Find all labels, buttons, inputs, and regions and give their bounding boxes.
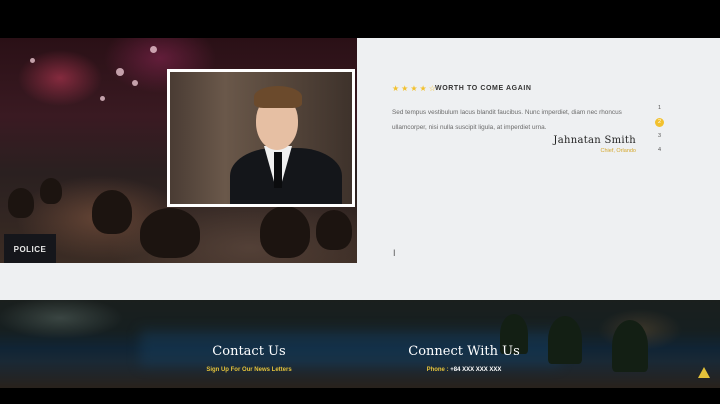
phone-value[interactable]: +84 XXX XXX XXX — [450, 367, 501, 373]
connect-with-us-title: Connect With Us — [408, 344, 520, 359]
pager-dot-2-active[interactable]: 2 — [655, 118, 664, 127]
phone-line: Phone : +84 XXX XXX XXX — [400, 367, 528, 373]
testimonial-quote: Sed tempus vestibulum lacus blandit fauc… — [392, 109, 622, 131]
phone-label: Phone : — [426, 367, 449, 373]
author-role: Chief, Orlando — [600, 148, 636, 154]
testimonial-heading: Worth to come again — [435, 85, 532, 92]
testimonial-section: POLICE ★★★★☆ Worth to come again Sed tem… — [0, 38, 720, 300]
contact-us-title: Contact Us — [212, 344, 286, 359]
testimonial-pager: 1 2 3 4 — [655, 104, 665, 160]
site-footer: Contact Us Sign Up For Our News Letters … — [0, 300, 720, 388]
contact-us-column: Contact Us Sign Up For Our News Letters — [199, 344, 299, 373]
page-bottom-bar — [0, 388, 720, 404]
author-name: Jahnatan Smith — [553, 135, 636, 146]
connect-with-us-column: Connect With Us Phone : +84 XXX XXX XXX — [400, 344, 528, 373]
pager-dot-4[interactable]: 4 — [655, 146, 664, 155]
crowd-background-photo: POLICE — [0, 38, 357, 263]
author-portrait — [167, 69, 355, 207]
newsletter-signup-link[interactable]: Sign Up For Our News Letters — [199, 367, 299, 373]
rating-stars-icon: ★★★★☆ — [392, 84, 438, 93]
text-cursor-icon: I — [393, 248, 396, 258]
pager-dot-1[interactable]: 1 — [655, 104, 664, 113]
page-top-bar — [0, 0, 720, 38]
police-vest-label: POLICE — [4, 234, 56, 263]
pager-dot-3[interactable]: 3 — [655, 132, 664, 141]
scroll-to-top-icon[interactable] — [698, 367, 710, 378]
